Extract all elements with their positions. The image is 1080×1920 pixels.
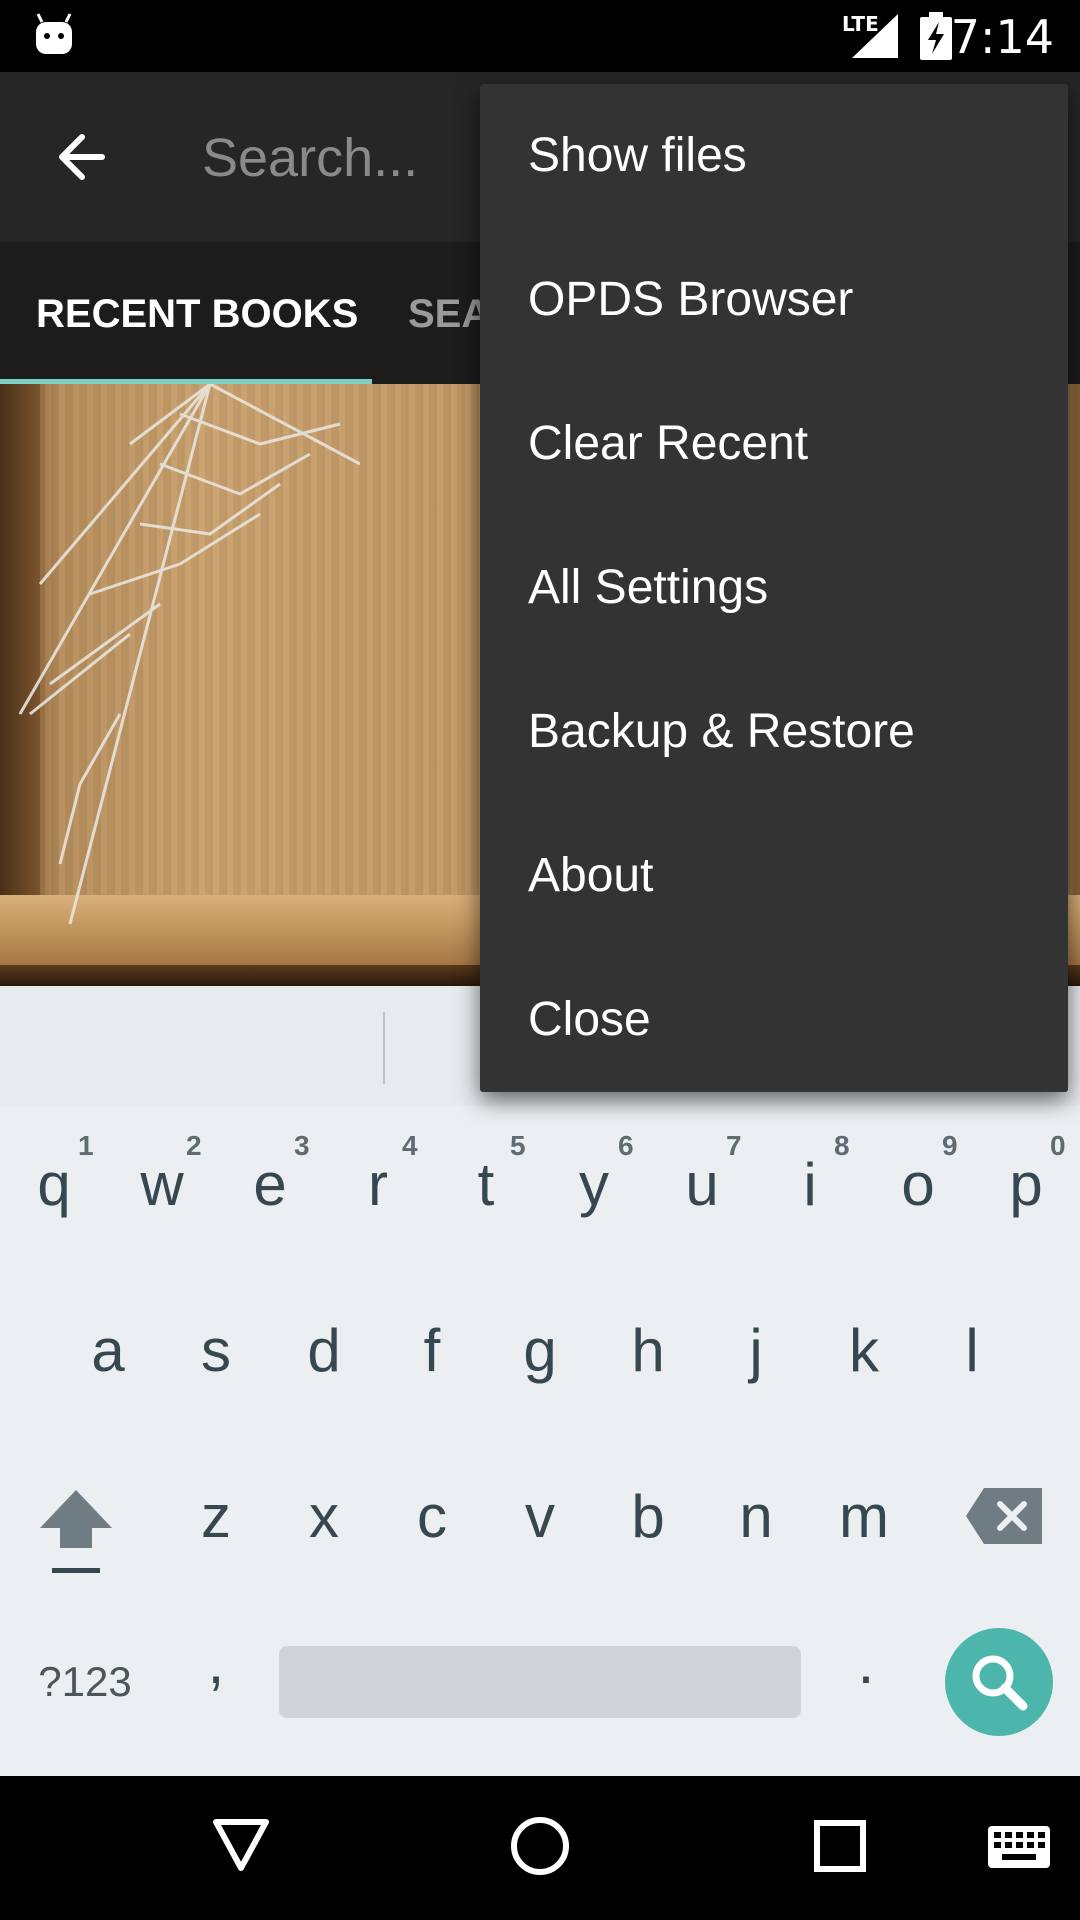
comma-key[interactable]: , [196, 1628, 236, 1697]
key-hint: 9 [942, 1130, 958, 1161]
lte-signal-icon [852, 14, 898, 58]
key-hint: 2 [186, 1130, 202, 1161]
search-input[interactable] [200, 112, 524, 204]
overflow-menu: Show files OPDS Browser Clear Recent All… [480, 84, 1068, 1092]
key-z[interactable]: z [184, 1482, 248, 1551]
shift-arrow-icon[interactable] [36, 1484, 116, 1576]
key-u[interactable]: u7 [670, 1130, 741, 1219]
status-bar: LTE 7:14 [0, 0, 1080, 72]
key-t[interactable]: t5 [454, 1130, 526, 1219]
home-circle-icon[interactable] [510, 1816, 570, 1876]
suggestion-divider [383, 1012, 385, 1084]
keyboard-icon[interactable] [988, 1826, 1050, 1868]
key-hint: 5 [510, 1130, 526, 1161]
key-f[interactable]: f [400, 1316, 464, 1385]
menu-item-opds-browser[interactable]: OPDS Browser [480, 228, 1068, 372]
battery-charging-icon [920, 12, 952, 60]
arrow-left-icon[interactable] [40, 112, 130, 202]
search-action-key[interactable] [945, 1628, 1053, 1736]
key-v[interactable]: v [508, 1482, 572, 1551]
key-hint: 0 [1050, 1130, 1066, 1161]
navigation-bar [0, 1776, 1080, 1920]
key-m[interactable]: m [832, 1482, 896, 1551]
recents-square-icon[interactable] [814, 1820, 866, 1872]
menu-item-backup-restore[interactable]: Backup & Restore [480, 660, 1068, 804]
key-hint: 4 [402, 1130, 418, 1161]
key-hint: 6 [618, 1130, 634, 1161]
space-bar[interactable] [279, 1646, 801, 1718]
key-d[interactable]: d [292, 1316, 356, 1385]
period-key[interactable]: . [846, 1628, 886, 1697]
menu-item-clear-recent[interactable]: Clear Recent [480, 372, 1068, 516]
key-r[interactable]: r4 [346, 1130, 418, 1219]
symbols-key[interactable]: ?123 [30, 1658, 140, 1706]
key-o[interactable]: o9 [886, 1130, 957, 1219]
key-s[interactable]: s [184, 1316, 248, 1385]
key-c[interactable]: c [400, 1482, 464, 1551]
key-w[interactable]: w2 [130, 1130, 201, 1219]
key-b[interactable]: b [616, 1482, 680, 1551]
status-time: 7:14 [950, 10, 1054, 64]
key-hint: 7 [726, 1130, 742, 1161]
menu-item-show-files[interactable]: Show files [480, 84, 1068, 228]
key-hint: 3 [294, 1130, 310, 1161]
key-i[interactable]: i8 [778, 1130, 849, 1219]
key-g[interactable]: g [508, 1316, 572, 1385]
key-j[interactable]: j [724, 1316, 788, 1385]
key-hint: 1 [78, 1130, 94, 1161]
cobweb-decoration [18, 384, 360, 924]
key-x[interactable]: x [292, 1482, 356, 1551]
key-l[interactable]: l [940, 1316, 1004, 1385]
menu-item-about[interactable]: About [480, 804, 1068, 948]
key-y[interactable]: y6 [562, 1130, 634, 1219]
search-icon [972, 1655, 1028, 1711]
tab-recent-books[interactable]: RECENT BOOKS [36, 292, 358, 337]
android-notification-icon [36, 13, 72, 54]
key-e[interactable]: e3 [238, 1130, 309, 1219]
back-triangle-icon[interactable] [212, 1818, 270, 1872]
key-a[interactable]: a [76, 1316, 140, 1385]
key-h[interactable]: h [616, 1316, 680, 1385]
tab-search[interactable]: SEA [408, 292, 490, 337]
key-q[interactable]: q1 [22, 1130, 93, 1219]
key-p[interactable]: p0 [994, 1130, 1065, 1219]
menu-item-all-settings[interactable]: All Settings [480, 516, 1068, 660]
key-hint: 8 [834, 1130, 850, 1161]
key-k[interactable]: k [832, 1316, 896, 1385]
menu-item-close[interactable]: Close [480, 948, 1068, 1092]
backspace-icon[interactable] [966, 1488, 1042, 1544]
key-n[interactable]: n [724, 1482, 788, 1551]
